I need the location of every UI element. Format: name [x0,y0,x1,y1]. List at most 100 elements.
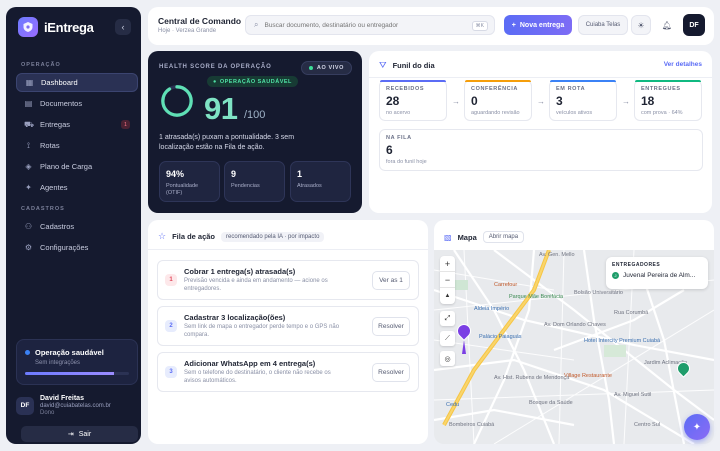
measure-button[interactable]: ⟋ [440,331,455,346]
action-queue-card: ☆ Fila de ação recomendado pela IA · por… [148,220,428,444]
funnel-stage-entregues[interactable]: ENTREGUES 18 com prova · 64% [634,80,702,121]
new-delivery-button[interactable]: + Nova entrega [504,15,572,35]
stage-sub: fora do funil hoje [386,159,427,165]
stage-sub: veículos ativos [556,110,593,116]
list-item: 1 Cobrar 1 entrega(s) atrasada(s) Previs… [157,260,419,300]
map-label: Carrefour [494,282,518,288]
priority-number: 2 [165,320,177,332]
score-ring [161,85,193,117]
notifications-button[interactable]: 🔔︎ [657,15,677,35]
health-description: 1 atrasada(s) puxam a pontualidade. 3 se… [159,134,295,151]
brand-name: iEntrega [44,19,94,35]
stage-label: NA FILA [386,135,412,141]
stage-value: 3 [556,94,563,108]
map-title: Mapa [457,232,477,242]
sidebar-item-plano-de-carga[interactable]: ◈ Plano de Carga [16,157,138,176]
sidebar-item-label: Rotas [40,141,60,150]
stage-label: CONFERÊNCIA [471,86,518,92]
sidebar-item-cadastros[interactable]: ⚇ Cadastros [16,217,138,236]
live-label: AO VIVO [316,65,344,71]
sidebar-item-label: Plano de Carga [40,162,93,171]
status-dot-icon [25,350,30,355]
divider [148,249,428,250]
search-box[interactable]: ⌕ ⌘K [245,15,495,35]
map-label: Village Restaurante [564,373,612,379]
stage-value: 28 [386,94,400,108]
funnel-title: Funil do dia [392,61,435,70]
compass-button[interactable]: ▲ [440,288,455,304]
sidebar-item-label: Agentes [40,183,68,192]
sidebar-item-rotas[interactable]: ⟟ Rotas [16,136,138,155]
health-score-card: HEALTH SCORE DA OPERAÇÃO AO VIVO ● OPERA… [148,51,362,213]
status-dot-icon: ● [213,78,217,85]
fullscreen-button[interactable]: ⤢ [440,311,455,326]
kpi-atrasados[interactable]: 1 Atrasados [290,161,351,202]
stage-value: 6 [386,143,393,157]
stage-label: RECEBIDOS [386,86,425,92]
route-icon: ⟟ [27,140,30,150]
user-profile[interactable]: DF David Freitas david@cuiabatelas.com.b… [16,395,111,416]
theme-toggle-button[interactable]: ☀ [631,15,651,35]
action-title: Cadastrar 3 localização(ões) [184,313,286,322]
sparkle-icon: ✦ [25,183,32,192]
map-label: Aldeia Império [474,306,510,312]
collapse-sidebar-button[interactable]: ‹ [115,19,131,35]
driver-item[interactable]: J Juvenal Pereira de Alm... [612,272,702,279]
funnel-queue[interactable]: NA FILA 6 fora do funil hoje [379,129,703,171]
sidebar-item-label: Dashboard [41,78,78,87]
operation-status-card: Operação saudável Sem integrações [16,339,138,385]
kpi-otif[interactable]: 94% Pontualidade (OTIF) [159,161,220,202]
map-label: Rua Corumbá [614,310,649,316]
funnel-stage-conferencia[interactable]: CONFERÊNCIA 0 aguardando revisão [464,80,532,121]
truck-icon: ⛟ [24,119,35,129]
funnel-stage-recebidos[interactable]: RECEBIDOS 28 no acervo [379,80,447,121]
action-queue-tag: recomendado pela IA · por impacto [221,231,325,242]
health-status-label: OPERAÇÃO SAUDÁVEL [219,78,292,85]
count-badge: 1 [121,120,130,129]
arrow-right-icon: → [622,97,630,106]
map-label: Bombeiros Cuiabá [449,422,495,428]
zoom-out-button[interactable]: − [440,272,455,288]
page-title: Central de Comando [158,16,242,26]
kpi-label: Pendencias [231,183,260,189]
section-label-operation: OPERAÇÃO [21,62,61,68]
sidebar-item-entregas[interactable]: ⛟ Entregas 1 [16,115,138,134]
arrow-right-icon: → [452,97,460,106]
resolve-button[interactable]: Resolver [372,317,410,336]
sun-icon: ☀ [637,20,645,30]
resolve-button[interactable]: Resolver [372,363,410,382]
map-label: Bolsão Universitário [574,290,623,296]
sidebar-item-dashboard[interactable]: ▦ Dashboard [16,73,138,92]
location-button[interactable]: ◎ [440,351,455,366]
view-late-button[interactable]: Ver as 1 [372,271,410,290]
tenant-selector[interactable]: Cuiaba Telas [578,15,628,35]
search-input[interactable] [264,21,465,29]
logout-button[interactable]: ⇥ Sair [21,426,138,442]
expand-icon: ⤢ [444,314,451,322]
sidebar-item-label: Cadastros [40,222,75,231]
sidebar-item-label: Documentos [40,99,83,108]
chevron-left-icon: ‹ [121,22,125,32]
zoom-in-button[interactable]: + [440,256,455,272]
stage-accent-bar [550,80,616,82]
live-dot-icon [308,66,313,70]
sparkle-icon: ✦ [692,421,702,433]
map-card: ▧ Mapa Abrir mapa Av. Gen. Mello Carrefo… [434,220,714,444]
map-label: Hotel Intercity Premium Cuiabá [584,338,661,344]
funnel-stage-em-rota[interactable]: EM ROTA 3 veículos ativos [549,80,617,121]
sidebar-item-configuracoes[interactable]: ⚙ Configurações [16,238,138,257]
stage-accent-bar [635,80,701,82]
header-avatar[interactable]: DF [683,14,705,36]
funnel-details-link[interactable]: Ver detalhes [664,61,702,68]
brand[interactable]: iEntrega [18,17,94,37]
gear-icon: ⚙ [24,243,33,252]
ai-assistant-button[interactable]: ✦ [684,414,710,440]
sidebar-item-agentes[interactable]: ✦ Agentes [16,178,138,197]
divider [369,77,712,78]
kpi-value: 1 [297,169,303,179]
sidebar-item-documentos[interactable]: ▤ Documentos [16,94,138,113]
user-email: david@cuiabatelas.com.br [40,403,111,409]
open-map-button[interactable]: Abrir mapa [482,231,525,243]
users-icon: ⚇ [24,222,33,231]
kpi-pendencias[interactable]: 9 Pendencias [224,161,285,202]
